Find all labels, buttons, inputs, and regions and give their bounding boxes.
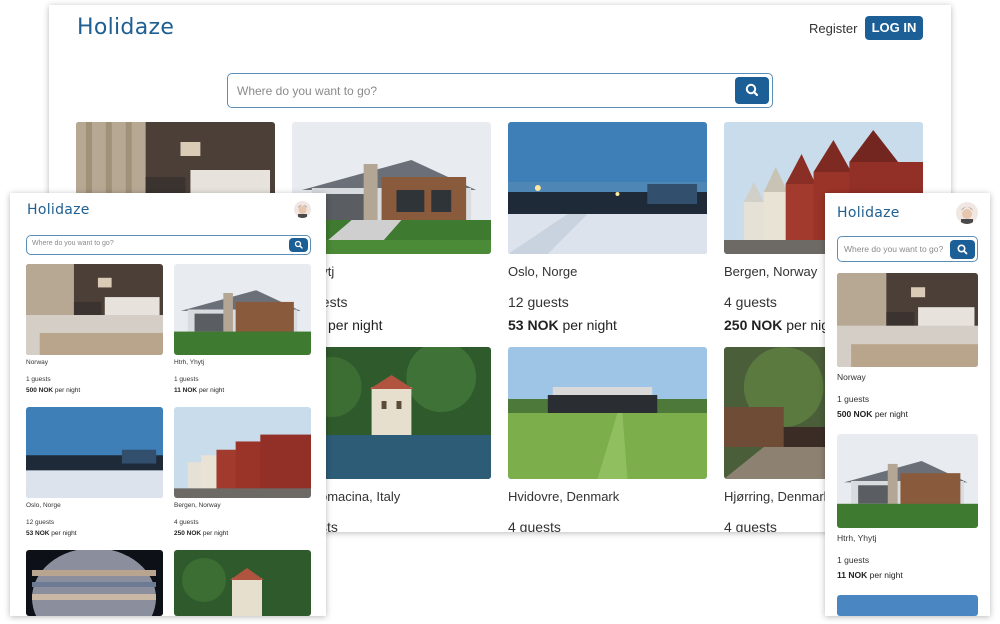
listing-image xyxy=(174,264,311,355)
listing-price: 250 NOK per night xyxy=(174,530,229,537)
listing-location: Hjørring, Denmark xyxy=(724,489,831,504)
listing-card[interactable]: Oslo, Norge 12 guests 53 NOK per night xyxy=(508,122,707,337)
listing-guests: 4 guests xyxy=(174,519,199,526)
listing-card[interactable] xyxy=(174,550,311,616)
listing-guests: 1 guests xyxy=(837,555,870,565)
listing-location: Norway xyxy=(837,372,866,382)
search-icon xyxy=(294,240,303,249)
listing-price: 11 NOK per night xyxy=(837,570,903,580)
listing-card[interactable]: Hvidovre, Denmark 4 guests xyxy=(508,347,707,532)
mobile-view: Holidaze Where do you want to go? Norway… xyxy=(825,193,990,616)
search-icon xyxy=(957,244,968,255)
listing-card[interactable] xyxy=(26,550,163,616)
listing-image xyxy=(174,407,311,498)
listing-location: Norway xyxy=(26,359,49,366)
listing-image xyxy=(26,550,163,616)
listing-price: 53 NOK per night xyxy=(508,317,617,333)
listing-guests: 4 guests xyxy=(508,519,561,532)
listing-price: 11 NOK per night xyxy=(174,387,225,394)
listing-image xyxy=(174,550,311,616)
listing-image xyxy=(508,122,707,254)
listing-price: 250 NOK per night xyxy=(724,317,841,333)
listing-card[interactable]: Oslo, Norge 12 guests 53 NOK per night xyxy=(26,407,163,542)
search-input[interactable]: Where do you want to go? xyxy=(32,240,114,247)
search-bar: Where do you want to go? xyxy=(837,236,978,262)
listing-image xyxy=(837,273,978,367)
listing-card[interactable]: Norway 1 guests 500 NOK per night xyxy=(26,264,163,399)
listing-location: Oslo, Norge xyxy=(508,264,578,279)
user-avatar[interactable] xyxy=(956,202,978,224)
search-button[interactable] xyxy=(950,240,975,259)
listing-location: omacina, Italy xyxy=(320,489,401,504)
listing-location: Bergen, Norway xyxy=(174,502,221,509)
tablet-view: Holidaze Where do you want to go? Norway… xyxy=(10,193,326,616)
listing-location: Htrh, Yhytj xyxy=(174,359,205,366)
register-link[interactable]: Register xyxy=(809,21,857,36)
listing-image xyxy=(837,595,978,616)
listing-card[interactable]: Bergen, Norway 4 guests 250 NOK per nigh… xyxy=(174,407,311,542)
listing-location: Hvidovre, Denmark xyxy=(508,489,620,504)
listing-card[interactable]: Htrh, Yhytj 1 guests 11 NOK per night xyxy=(837,434,978,582)
logo[interactable]: Holidaze xyxy=(77,15,174,40)
search-bar: Where do you want to go? xyxy=(26,235,311,255)
listing-image xyxy=(26,264,163,355)
listing-card[interactable]: Htrh, Yhytj 1 guests 11 NOK per night xyxy=(174,264,311,399)
search-bar: Where do you want to go? xyxy=(227,73,773,108)
listing-image xyxy=(508,347,707,479)
listing-location: Oslo, Norge xyxy=(26,502,61,509)
listing-guests: 1 guests xyxy=(837,394,870,404)
listing-guests: 12 guests xyxy=(26,519,55,526)
listing-card[interactable] xyxy=(837,595,978,616)
user-avatar[interactable] xyxy=(294,201,311,218)
listing-price: 53 NOK per night xyxy=(26,530,77,537)
listing-guests: 1 guests xyxy=(174,376,199,383)
search-button[interactable] xyxy=(735,77,769,104)
listing-price: 500 NOK per night xyxy=(837,409,908,419)
listing-guests: 4 guests xyxy=(724,294,777,310)
listing-image xyxy=(837,434,978,528)
listing-location: Bergen, Norway xyxy=(724,264,818,279)
listing-guests: 4 guests xyxy=(724,519,777,532)
logo[interactable]: Holidaze xyxy=(27,202,90,218)
listing-price: 500 NOK per night xyxy=(26,387,81,394)
listing-guests: 12 guests xyxy=(508,294,569,310)
listing-card[interactable]: Norway 1 guests 500 NOK per night xyxy=(837,273,978,421)
search-input[interactable]: Where do you want to go? xyxy=(237,84,377,98)
login-button[interactable]: LOG IN xyxy=(865,16,923,40)
search-button[interactable] xyxy=(289,238,308,252)
search-icon xyxy=(745,83,759,97)
search-input[interactable]: Where do you want to go? xyxy=(844,244,943,254)
listing-location: Htrh, Yhytj xyxy=(837,533,877,543)
logo[interactable]: Holidaze xyxy=(837,205,900,221)
listing-image xyxy=(26,407,163,498)
listing-guests: 1 guests xyxy=(26,376,51,383)
